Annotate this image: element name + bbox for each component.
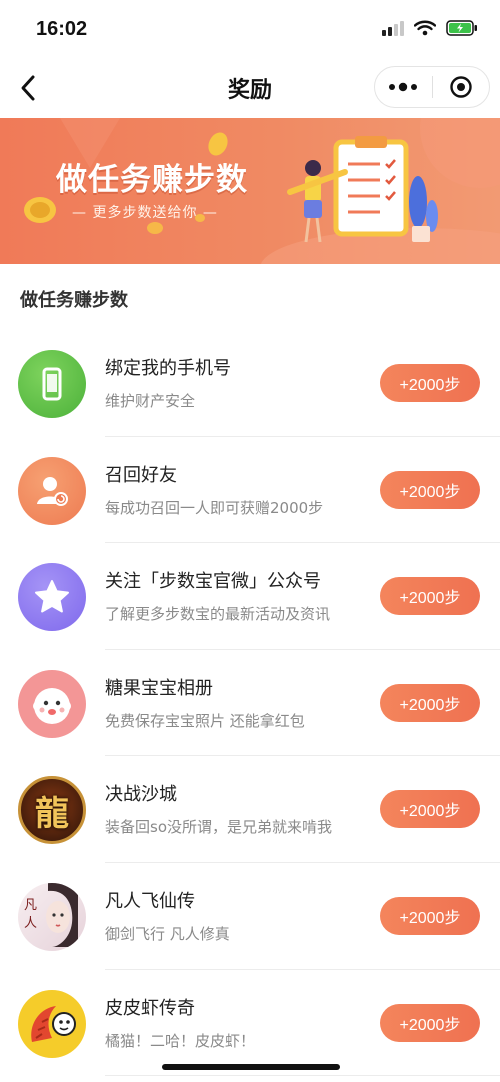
task-name: 决战沙城 [105, 784, 177, 806]
reward-button[interactable]: +2000步 [380, 790, 480, 829]
reward-button[interactable]: +2000步 [380, 683, 480, 722]
nav-bar: 奖励 [0, 60, 500, 116]
task-item-game-fairy[interactable]: 凡人 凡人飞仙传 御剑飞行 凡人修真 +2000步 [0, 863, 500, 970]
shrimp-game-icon [18, 989, 86, 1058]
task-desc: 了解更多步数宝的最新活动及资讯 [105, 605, 331, 624]
star-icon [18, 563, 86, 632]
phone-icon [18, 350, 86, 418]
task-name: 绑定我的手机号 [105, 358, 231, 379]
more-button[interactable] [375, 67, 432, 107]
task-desc: 维护财产安全 [105, 392, 196, 410]
task-desc: 装备回so没所谓，是兄弟就来啃我 [105, 818, 332, 837]
recall-friend-icon [18, 456, 86, 525]
banner-title: 做任务赚步数 [56, 162, 248, 198]
svg-text:人: 人 [24, 916, 37, 931]
mini-program-capsule [374, 66, 490, 108]
task-name: 召回好友 [105, 464, 177, 486]
promo-banner[interactable]: 做任务赚步数 — 更多步数送给你 — [0, 118, 500, 264]
task-desc: 橘猫！二哈！皮皮虾！ [105, 1031, 256, 1050]
task-item-game-sandcity[interactable]: 龍 决战沙城 装备回so没所谓，是兄弟就来啃我 +2000步 [0, 756, 500, 863]
task-name: 糖果宝宝相册 [105, 677, 213, 699]
task-item-follow-account[interactable]: 关注「步数宝官微」公众号 了解更多步数宝的最新活动及资讯 +2000步 [0, 543, 500, 650]
reward-button[interactable]: +2000步 [380, 1003, 480, 1042]
coin-icon [24, 197, 56, 223]
close-circle-icon [450, 76, 472, 98]
banner-subtitle: — 更多步数送给你 — [72, 205, 218, 221]
reward-button[interactable]: +2000步 [380, 896, 480, 935]
task-item-baby-album[interactable]: 糖果宝宝相册 免费保存宝宝照片 还能拿红包 +2000步 [0, 650, 500, 757]
divider [105, 1075, 500, 1077]
task-item-bind-phone[interactable]: 绑定我的手机号 维护财产安全 +2000步 [0, 330, 500, 437]
task-list: 绑定我的手机号 维护财产安全 +2000步 召回好友 每成功召回一人即可获赠20… [0, 330, 500, 1077]
close-button[interactable] [433, 67, 490, 107]
task-item-recall-friend[interactable]: 召回好友 每成功召回一人即可获赠2000步 +2000步 [0, 437, 500, 544]
svg-text:凡: 凡 [24, 898, 37, 913]
wifi-icon [414, 20, 436, 36]
task-item-game-shrimp[interactable]: 皮皮虾传奇 橘猫！二哈！皮皮虾！ +2000步 [0, 970, 500, 1077]
task-name: 凡人飞仙传 [105, 890, 195, 912]
task-desc: 御剑飞行 凡人修真 [105, 924, 230, 943]
reward-button[interactable]: +2000步 [380, 364, 480, 402]
home-indicator [162, 1064, 340, 1070]
more-dots-icon [389, 82, 418, 92]
reward-button[interactable]: +2000步 [380, 577, 480, 616]
signal-icon [382, 20, 404, 36]
battery-icon [446, 20, 477, 36]
status-time: 16:02 [36, 18, 88, 40]
reward-button[interactable]: +2000步 [380, 470, 480, 509]
status-bar: 16:02 [0, 0, 500, 60]
status-icons [382, 20, 478, 36]
task-name: 皮皮虾传奇 [105, 997, 195, 1019]
task-name: 关注「步数宝官微」公众号 [105, 571, 321, 593]
section-title: 做任务赚步数 [20, 290, 128, 311]
baby-face-icon [18, 669, 86, 738]
dragon-game-icon: 龍 [18, 776, 86, 845]
fairy-game-icon: 凡人 [18, 882, 86, 951]
task-desc: 免费保存宝宝照片 还能拿红包 [105, 711, 305, 730]
task-desc: 每成功召回一人即可获赠2000步 [105, 498, 324, 517]
